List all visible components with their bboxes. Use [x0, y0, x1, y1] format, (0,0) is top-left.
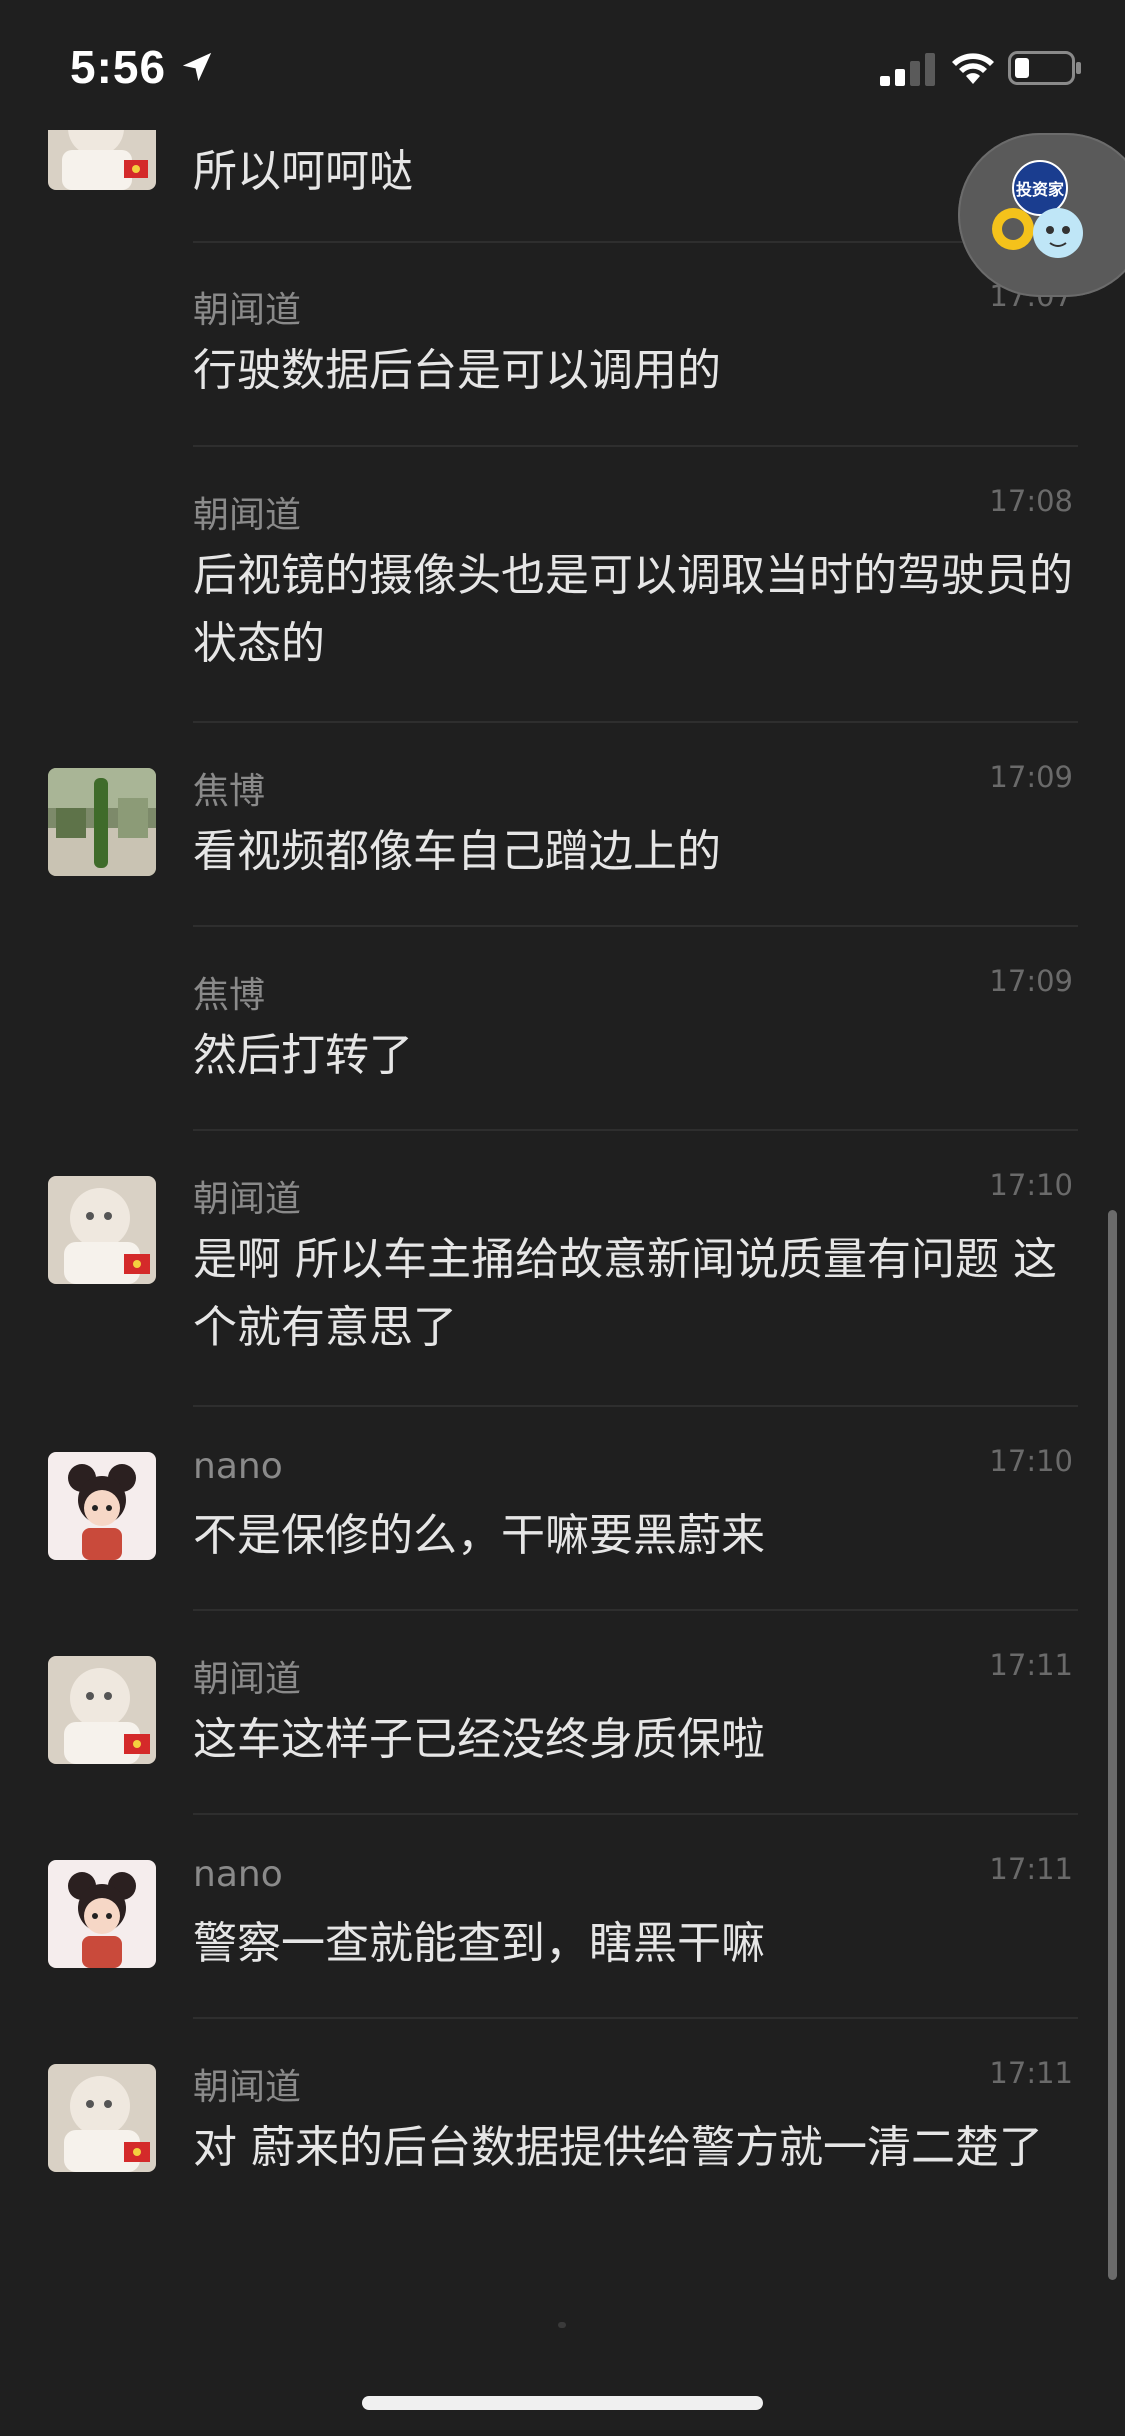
load-indicator-dot: [558, 2322, 566, 2328]
scrollbar[interactable]: [1108, 1210, 1117, 2280]
float-logo-text: 投资家: [1016, 180, 1065, 199]
message-time: 17:11: [989, 1852, 1073, 1886]
divider: [193, 721, 1078, 723]
signal-icon: [880, 53, 935, 86]
sender-name[interactable]: 朝闻道: [193, 1170, 301, 1222]
avatar-jiaobo[interactable]: [48, 768, 156, 876]
divider: [193, 1129, 1078, 1131]
message-time: 17:08: [989, 484, 1073, 518]
message-text: 所以呵呵哒: [193, 146, 413, 197]
battery-icon: [1008, 51, 1081, 85]
floating-logos-icon: 投资家: [992, 160, 1083, 258]
sender-name[interactable]: 朝闻道: [193, 2058, 301, 2110]
message-text: 不是保修的么，干嘛要黑蔚来: [193, 1510, 765, 1561]
message-time: 17:10: [989, 1168, 1073, 1202]
wifi-icon: [952, 53, 994, 84]
divider: [193, 241, 1078, 243]
home-indicator[interactable]: [362, 2396, 763, 2410]
avatar-nano[interactable]: [48, 1860, 156, 1968]
avatar-zhaowendao[interactable]: [48, 120, 156, 190]
sender-name[interactable]: nano: [193, 1446, 283, 1487]
floating-assistant-bubble[interactable]: 投资家: [958, 133, 1125, 297]
message-text: 对 蔚来的后台数据提供给警方就一清二楚了: [193, 2122, 1043, 2173]
divider: [193, 1405, 1078, 1407]
message-text: 这车这样子已经没终身质保啦: [193, 1714, 765, 1765]
chat-message-list[interactable]: 所以呵呵哒 朝闻道 17:07 行驶数据后台是可以调用的 朝闻道 17:08 后…: [0, 0, 1125, 2436]
avatar-zhaowendao[interactable]: [48, 1656, 156, 1764]
avatar-zhaowendao[interactable]: [48, 1176, 156, 1284]
sender-name[interactable]: 朝闻道: [193, 281, 301, 333]
status-time: 5:56: [70, 41, 167, 93]
divider: [193, 2017, 1078, 2019]
avatar-nano[interactable]: [48, 1452, 156, 1560]
divider: [193, 925, 1078, 927]
message-time: 17:11: [989, 2056, 1073, 2090]
message-time: 17:09: [989, 964, 1073, 998]
divider: [193, 445, 1078, 447]
sender-name[interactable]: 焦博: [193, 762, 265, 814]
message-time: 17:10: [989, 1444, 1073, 1478]
message-text: 行驶数据后台是可以调用的: [193, 345, 721, 396]
divider: [193, 1813, 1078, 1815]
sender-name[interactable]: 朝闻道: [193, 1650, 301, 1702]
message-text: 然后打转了: [193, 1030, 413, 1081]
message-text: 看视频都像车自己蹭边上的: [193, 826, 721, 877]
message-time: 17:11: [989, 1648, 1073, 1682]
sender-name[interactable]: 朝闻道: [193, 486, 301, 538]
message-text: 警察一查就能查到，瞎黑干嘛: [193, 1918, 765, 1969]
sender-name[interactable]: nano: [193, 1854, 283, 1895]
sender-name[interactable]: 焦博: [193, 966, 265, 1018]
message-text: 是啊 所以车主捅给故意新闻说质量有问题 这个就有意思了: [193, 1234, 1057, 1353]
message-time: 17:09: [989, 760, 1073, 794]
divider: [193, 1609, 1078, 1611]
location-arrow-icon: [182, 52, 212, 82]
message-text: 后视镜的摄像头也是可以调取当时的驾驶员的状态的: [193, 550, 1073, 669]
avatar-zhaowendao[interactable]: [48, 2064, 156, 2172]
status-bar: 5:56: [0, 0, 1125, 130]
